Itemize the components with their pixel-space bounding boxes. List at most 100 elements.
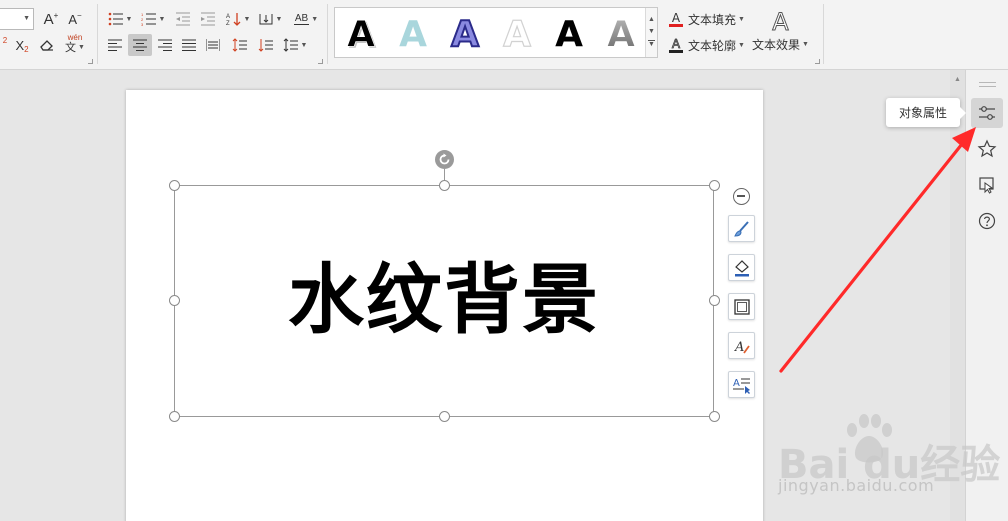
line-break-button[interactable]: ▼: [256, 8, 284, 30]
svg-text:A: A: [399, 14, 427, 53]
text-outline-button[interactable]: A 文本轮廓 ▼: [668, 35, 745, 55]
justify-button[interactable]: [178, 34, 200, 56]
brush-icon: [733, 220, 749, 237]
distributed-icon: [206, 39, 220, 51]
char-shading-button[interactable]: AB ▼: [291, 8, 321, 30]
align-right-icon: [158, 39, 172, 51]
text-art-style-gallery[interactable]: AA A A A A A ▲ ▼ ▼: [334, 7, 658, 58]
svg-text:A: A: [672, 11, 681, 25]
resize-handle-sw[interactable]: [169, 411, 180, 422]
vertical-scrollbar[interactable]: ▲: [950, 70, 965, 521]
decrease-indent-icon: [176, 12, 190, 26]
font-dialog-launcher[interactable]: [88, 59, 93, 64]
numbered-list-icon: 123: [141, 12, 156, 26]
sort-button[interactable]: A Z ▼: [224, 8, 252, 30]
resize-handle-n[interactable]: [439, 180, 450, 191]
svg-text:A: A: [226, 14, 230, 20]
panel-grip[interactable]: [979, 82, 996, 87]
line-break-icon: [259, 14, 273, 25]
gallery-scroll[interactable]: ▲ ▼ ▼: [645, 8, 657, 57]
site-watermark-url: jingyan.baidu.com: [778, 476, 935, 495]
svg-text:A: A: [733, 378, 740, 389]
increase-indent-button[interactable]: [197, 8, 219, 30]
help-icon: [978, 212, 996, 230]
phonetic-guide-button[interactable]: wén 文 ▼: [60, 32, 90, 54]
svg-text:A: A: [734, 340, 744, 355]
resize-handle-ne[interactable]: [709, 180, 720, 191]
subscript-button[interactable]: X2: [10, 34, 34, 56]
sort-icon: AZ: [226, 13, 240, 26]
star-icon: [977, 139, 997, 158]
text-style-gray-gradient[interactable]: A: [597, 12, 645, 54]
shape-fill-button[interactable]: [728, 254, 755, 281]
sliders-icon: [979, 106, 995, 120]
align-right-button[interactable]: [154, 34, 176, 56]
object-properties-button[interactable]: [971, 98, 1003, 128]
text-dialog-launcher[interactable]: [815, 59, 820, 64]
text-style-black[interactable]: A: [545, 12, 593, 54]
grow-font-button[interactable]: A +: [40, 8, 62, 30]
group-separator: [97, 4, 98, 64]
scroll-up-icon[interactable]: ▲: [954, 76, 961, 83]
shape-outline-button[interactable]: [728, 293, 755, 320]
bullets-button[interactable]: ▼: [106, 8, 134, 30]
para-spacing-button[interactable]: [255, 34, 277, 56]
object-properties-tooltip: 对象属性: [886, 98, 966, 127]
resize-handle-se[interactable]: [709, 411, 720, 422]
watermark-text[interactable]: 水纹背景: [174, 252, 714, 348]
superscript-button[interactable]: 2: [0, 34, 10, 56]
text-style-white-outline[interactable]: A: [493, 12, 541, 54]
text-style-black-shadow[interactable]: AA: [337, 12, 385, 54]
text-style-glyph-icon: A: [607, 14, 636, 53]
para-spacing-icon: [258, 39, 273, 52]
line-spacing-icon: [232, 38, 247, 52]
shrink-font-button[interactable]: A −: [64, 8, 86, 30]
bullet-list-icon: [108, 12, 123, 26]
paragraph-dialog-launcher[interactable]: [318, 59, 323, 64]
baidu-paw-icon: [847, 414, 892, 463]
spacing-options-icon: [283, 38, 298, 52]
text-style-light-blue[interactable]: A: [389, 12, 437, 54]
text-effect-icon: A: [772, 8, 789, 37]
svg-text:A: A: [672, 37, 681, 51]
resize-handle-s[interactable]: [439, 411, 450, 422]
text-fill-button[interactable]: A 文本填充 ▼: [668, 9, 745, 29]
distributed-button[interactable]: [202, 34, 224, 56]
ribbon-toolbar: ▼ A + A − 2 X2 wén 文 ▼ ▼ 1 2 3 ▼ A Z ▼ ▼ AB ▼: [0, 0, 1008, 70]
align-center-icon: [133, 39, 147, 51]
spacing-options-button[interactable]: ▼: [280, 34, 310, 56]
numbering-button[interactable]: 1 2 3 ▼: [139, 8, 167, 30]
fill-bucket-icon: [734, 259, 749, 276]
style-brush-button[interactable]: [728, 215, 755, 242]
clear-format-button[interactable]: [36, 34, 58, 56]
gallery-down-icon[interactable]: ▼: [648, 28, 655, 35]
resize-handle-nw[interactable]: [169, 180, 180, 191]
outline-icon: [733, 298, 750, 315]
rotate-handle[interactable]: [435, 150, 454, 169]
right-side-panel: [965, 70, 1008, 521]
text-style-glyph-icon: A: [450, 13, 480, 53]
text-effect-button[interactable]: A 文本效果 ▼: [752, 8, 809, 56]
window-icon: [979, 177, 994, 194]
gallery-more-icon[interactable]: ▼: [648, 40, 655, 48]
justify-icon: [182, 39, 196, 51]
favorites-button[interactable]: [971, 134, 1003, 164]
text-fill-button-float[interactable]: A: [728, 332, 755, 359]
font-size-combo[interactable]: ▼: [0, 8, 34, 30]
svg-text:A: A: [555, 14, 583, 53]
decrease-indent-button[interactable]: [172, 8, 194, 30]
align-left-button[interactable]: [104, 34, 126, 56]
selection-pane-button[interactable]: [971, 170, 1003, 200]
svg-text:A: A: [347, 14, 375, 53]
svg-text:Z: Z: [226, 21, 230, 26]
gallery-up-icon[interactable]: ▲: [648, 16, 655, 23]
align-center-button[interactable]: [128, 34, 152, 56]
collapse-toolbar-button[interactable]: [733, 188, 750, 205]
text-style-blue-outline[interactable]: A: [441, 12, 489, 54]
svg-text:3: 3: [141, 22, 144, 26]
line-spacing-button[interactable]: [229, 34, 251, 56]
group-separator: [327, 4, 328, 64]
text-fill-icon: A: [734, 340, 750, 355]
text-wrap-button[interactable]: A: [728, 371, 755, 398]
help-button[interactable]: [971, 206, 1003, 236]
